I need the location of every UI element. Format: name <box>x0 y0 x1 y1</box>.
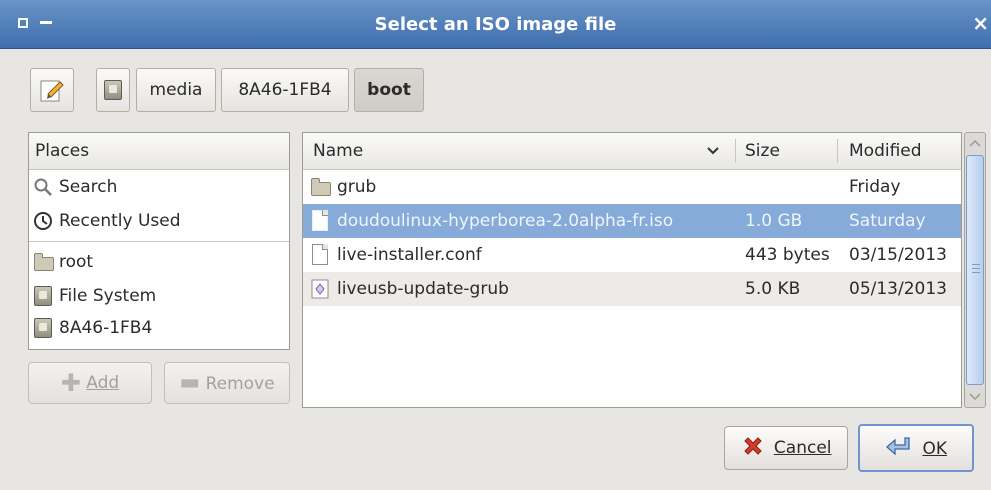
file-row-grub[interactable]: grub Friday <box>303 170 961 204</box>
scrollbar-thumb[interactable] <box>966 155 984 385</box>
folder-icon <box>311 178 331 196</box>
file-row-iso[interactable]: doudoulinux-hyperborea-2.0alpha-fr.iso 1… <box>303 204 961 238</box>
ok-label: OK <box>922 439 947 459</box>
drive-icon <box>34 318 52 338</box>
scroll-down-icon[interactable] <box>969 393 981 401</box>
file-size: 1.0 GB <box>745 211 803 231</box>
file-modified: 03/15/2013 <box>849 245 947 265</box>
places-panel: Places Search Recently Used root File Sy… <box>28 132 290 350</box>
file-name: live-installer.conf <box>337 245 482 265</box>
file-icon <box>312 244 328 265</box>
place-search[interactable]: Search <box>29 170 289 204</box>
file-row-liveusb[interactable]: liveusb-update-grub 5.0 KB 05/13/2013 <box>303 272 961 306</box>
column-separator <box>735 139 736 163</box>
minus-icon: ▬ <box>179 370 201 395</box>
ok-button[interactable]: OK <box>858 424 974 472</box>
edit-location-button[interactable] <box>30 68 74 112</box>
scroll-up-icon[interactable] <box>969 139 981 147</box>
places-header-label: Places <box>35 141 90 161</box>
window-title: Select an ISO image file <box>374 14 617 35</box>
place-label: Search <box>59 177 118 197</box>
ok-arrow-icon <box>886 437 910 456</box>
file-size: 5.0 KB <box>745 279 801 299</box>
drive-icon <box>104 80 122 100</box>
file-size: 443 bytes <box>745 245 830 265</box>
column-modified[interactable]: Modified <box>849 133 922 169</box>
add-label: Add <box>86 373 120 393</box>
close-icon[interactable]: × <box>972 12 989 34</box>
cancel-button[interactable]: Cancel <box>724 426 848 470</box>
place-file-system[interactable]: File System <box>29 279 289 313</box>
places-divider <box>29 241 289 242</box>
script-icon <box>311 279 329 299</box>
add-button[interactable]: ✚ Add <box>28 362 152 404</box>
path-button-8a46[interactable]: 8A46-1FB4 <box>221 68 349 112</box>
file-modified: Saturday <box>849 211 926 231</box>
plus-icon: ✚ <box>60 369 81 397</box>
search-icon <box>34 178 52 196</box>
path-button-media[interactable]: media <box>136 68 216 112</box>
sort-arrow-icon <box>707 147 719 155</box>
column-separator <box>837 139 838 163</box>
file-name: doudoulinux-hyperborea-2.0alpha-fr.iso <box>337 211 674 231</box>
file-list-scrollbar[interactable] <box>964 132 986 408</box>
cancel-icon <box>743 437 762 455</box>
file-modified: 05/13/2013 <box>849 279 947 299</box>
drive-icon <box>34 286 52 306</box>
file-list: Name Size Modified grub Friday doudoulin… <box>302 132 962 408</box>
place-label: 8A46-1FB4 <box>59 318 153 338</box>
place-label: Recently Used <box>59 211 181 231</box>
remove-button[interactable]: ▬ Remove <box>164 362 290 404</box>
pencil-icon <box>40 80 64 102</box>
place-8a46[interactable]: 8A46-1FB4 <box>29 311 289 345</box>
file-name: grub <box>337 177 377 197</box>
file-icon <box>312 210 328 231</box>
place-recently-used[interactable]: Recently Used <box>29 204 289 238</box>
drive-path-button[interactable] <box>96 68 130 112</box>
place-label: File System <box>59 286 157 306</box>
file-name: liveusb-update-grub <box>337 279 509 299</box>
remove-label: Remove <box>205 374 275 394</box>
column-size[interactable]: Size <box>745 133 780 169</box>
path-button-boot[interactable]: boot <box>354 68 424 112</box>
place-label: root <box>59 252 94 272</box>
file-modified: Friday <box>849 177 901 197</box>
recent-icon <box>34 212 52 230</box>
column-name[interactable]: Name <box>313 133 363 169</box>
file-row-live-installer[interactable]: live-installer.conf 443 bytes 03/15/2013 <box>303 238 961 272</box>
cancel-label: Cancel <box>773 438 832 458</box>
places-header[interactable]: Places <box>29 133 289 170</box>
place-root[interactable]: root <box>29 245 289 279</box>
title-bar: Select an ISO image file × <box>0 0 991 49</box>
file-list-header: Name Size Modified <box>303 133 961 170</box>
folder-icon <box>34 253 54 271</box>
